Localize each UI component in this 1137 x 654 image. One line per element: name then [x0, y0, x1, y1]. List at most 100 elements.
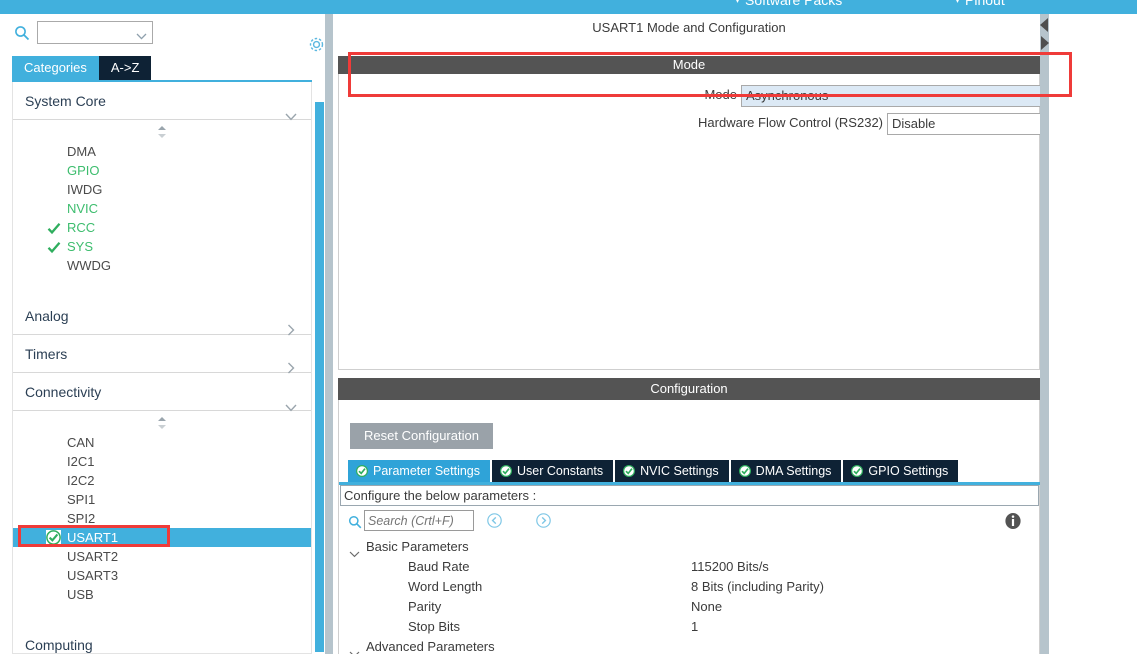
check-circle-icon — [623, 462, 636, 478]
param-group-basic-parameters[interactable]: Basic Parameters — [339, 537, 1039, 558]
tree-item-usart1-label: USART1 — [67, 530, 119, 545]
tree-group-connectivity-label: Connectivity — [25, 384, 102, 400]
tree-group-connectivity[interactable]: Connectivity — [13, 373, 311, 412]
tree-item-spi1[interactable]: SPI1 — [13, 490, 311, 509]
tree-item-rcc-label: RCC — [67, 220, 96, 235]
parameter-search-row — [339, 510, 1041, 536]
param-row-stop-bits[interactable]: Stop Bits 1 — [339, 617, 1039, 637]
reset-configuration-button[interactable]: Reset Configuration — [350, 423, 493, 449]
tree-item-usart3-label: USART3 — [67, 568, 119, 583]
param-row-parity[interactable]: Parity None — [339, 597, 1039, 617]
configure-parameters-note: Configure the below parameters : — [340, 485, 1039, 506]
tree-item-nvic[interactable]: NVIC — [13, 199, 311, 218]
tree-item-usb[interactable]: USB — [13, 585, 311, 604]
tree-group-system-core[interactable]: System Core — [13, 82, 311, 121]
panel-collapse-arrows[interactable] — [1040, 16, 1049, 56]
tree-item-usart1[interactable]: USART1 — [13, 528, 311, 547]
tree-item-spi2-label: SPI2 — [67, 511, 96, 526]
tree-item-wwdg[interactable]: WWDG — [13, 256, 311, 275]
tree-item-i2c2-label: I2C2 — [67, 473, 95, 488]
sidebar-search-input[interactable] — [41, 23, 131, 42]
param-row-word-length[interactable]: Word Length 8 Bits (including Parity) — [339, 577, 1039, 597]
tab-dma-settings-label: DMA Settings — [755, 464, 832, 478]
mode-field-label: Mode — [704, 87, 737, 102]
chevron-right-icon — [285, 312, 297, 336]
right-splitter[interactable] — [1040, 14, 1049, 654]
scroll-spinner-icon[interactable] — [154, 416, 170, 430]
param-name-stop-bits: Stop Bits — [408, 619, 461, 634]
chevron-right-icon — [285, 350, 297, 374]
tree-item-i2c1[interactable]: I2C1 — [13, 452, 311, 471]
tab-a-to-z[interactable]: A->Z — [98, 56, 152, 80]
check-circle-icon — [738, 462, 751, 478]
tree-item-can[interactable]: CAN — [13, 433, 311, 452]
search-next-button[interactable] — [536, 513, 551, 528]
chevron-down-icon: ▾ — [955, 0, 961, 6]
search-icon — [348, 515, 362, 529]
tree-item-iwdg[interactable]: IWDG — [13, 180, 311, 199]
param-value-baud-rate: 115200 Bits/s — [691, 559, 769, 574]
page-title: USART1 Mode and Configuration — [592, 20, 786, 35]
tree-group-timers-label: Timers — [25, 346, 68, 362]
info-icon[interactable] — [1004, 512, 1022, 530]
parameter-search-box[interactable] — [364, 510, 474, 531]
tab-parameter-settings[interactable]: Parameter Settings — [348, 460, 490, 482]
gear-icon[interactable] — [307, 35, 326, 54]
configuration-section-header: Configuration — [338, 378, 1040, 400]
tab-categories[interactable]: Categories — [12, 56, 99, 80]
param-name-parity: Parity — [408, 599, 442, 614]
sidebar-splitter[interactable] — [325, 14, 333, 654]
configuration-section-body: Reset Configuration Parameter Settings U… — [338, 400, 1041, 654]
tree-item-spi2[interactable]: SPI2 — [13, 509, 311, 528]
tree-item-sys[interactable]: SYS — [13, 237, 311, 256]
tree-item-gpio-label: GPIO — [67, 163, 100, 178]
tree-group-computing[interactable]: Computing — [13, 626, 311, 653]
tree-group-computing-label: Computing — [25, 637, 93, 653]
tree-group-timers[interactable]: Timers — [13, 335, 311, 374]
tree-item-dma[interactable]: DMA — [13, 142, 311, 161]
check-circle-icon — [851, 462, 864, 478]
tree-item-rcc[interactable]: RCC — [13, 218, 311, 237]
tree-item-i2c2[interactable]: I2C2 — [13, 471, 311, 490]
tree-item-usb-label: USB — [67, 587, 94, 602]
sidebar-search-combo[interactable] — [37, 21, 153, 44]
tab-gpio-settings[interactable]: GPIO Settings — [843, 460, 959, 482]
tree-group-analog[interactable]: Analog — [13, 297, 311, 336]
mode-section-header: Mode — [338, 56, 1040, 74]
tree-item-wwdg-label: WWDG — [67, 258, 112, 273]
menu-item-software-packs[interactable]: ▾ Software Packs — [735, 0, 842, 8]
param-name-baud-rate: Baud Rate — [408, 559, 470, 574]
scroll-spinner-icon[interactable] — [154, 125, 170, 139]
param-group-advanced-parameters[interactable]: Advanced Parameters — [339, 637, 1039, 654]
chevron-down-icon — [349, 644, 360, 654]
tree-item-usart2[interactable]: USART2 — [13, 547, 311, 566]
parameter-search-input[interactable] — [368, 511, 470, 530]
menu-item-software-packs-label: Software Packs — [745, 0, 843, 8]
cubemx-window: ▾ Software Packs ▾ Pinout Categories A->… — [0, 0, 1137, 654]
sidebar-tabs: Categories A->Z — [12, 56, 152, 80]
search-prev-button[interactable] — [487, 513, 502, 528]
tree-group-analog-label: Analog — [25, 308, 69, 324]
chevron-down-icon — [349, 544, 360, 558]
tree-item-usart3[interactable]: USART3 — [13, 566, 311, 585]
tree-item-usart2-label: USART2 — [67, 549, 119, 564]
chevron-down-icon: ▾ — [735, 0, 741, 6]
tab-parameter-settings-label: Parameter Settings — [373, 464, 480, 478]
tab-dma-settings[interactable]: DMA Settings — [730, 460, 842, 482]
chevron-down-icon[interactable] — [136, 28, 147, 40]
tab-nvic-settings[interactable]: NVIC Settings — [615, 460, 729, 482]
param-group-basic-parameters-label: Basic Parameters — [366, 539, 469, 554]
tab-user-constants[interactable]: User Constants — [492, 460, 614, 482]
param-value-stop-bits: 1 — [691, 619, 699, 634]
tree-item-gpio[interactable]: GPIO — [13, 161, 311, 180]
menu-item-pinout[interactable]: ▾ Pinout — [955, 0, 1005, 8]
main-panel: USART1 Mode and Configuration Mode Mode … — [338, 14, 1137, 654]
checkbox-checked-icon[interactable] — [46, 530, 61, 545]
tab-user-constants-label: User Constants — [517, 464, 604, 478]
right-blank-area — [1049, 14, 1137, 654]
check-icon — [47, 221, 61, 235]
param-value-parity: None — [691, 599, 723, 614]
tree-item-can-label: CAN — [67, 435, 95, 450]
sidebar-scrollbar-thumb[interactable] — [315, 102, 324, 652]
param-row-baud-rate[interactable]: Baud Rate 115200 Bits/s — [339, 557, 1039, 577]
